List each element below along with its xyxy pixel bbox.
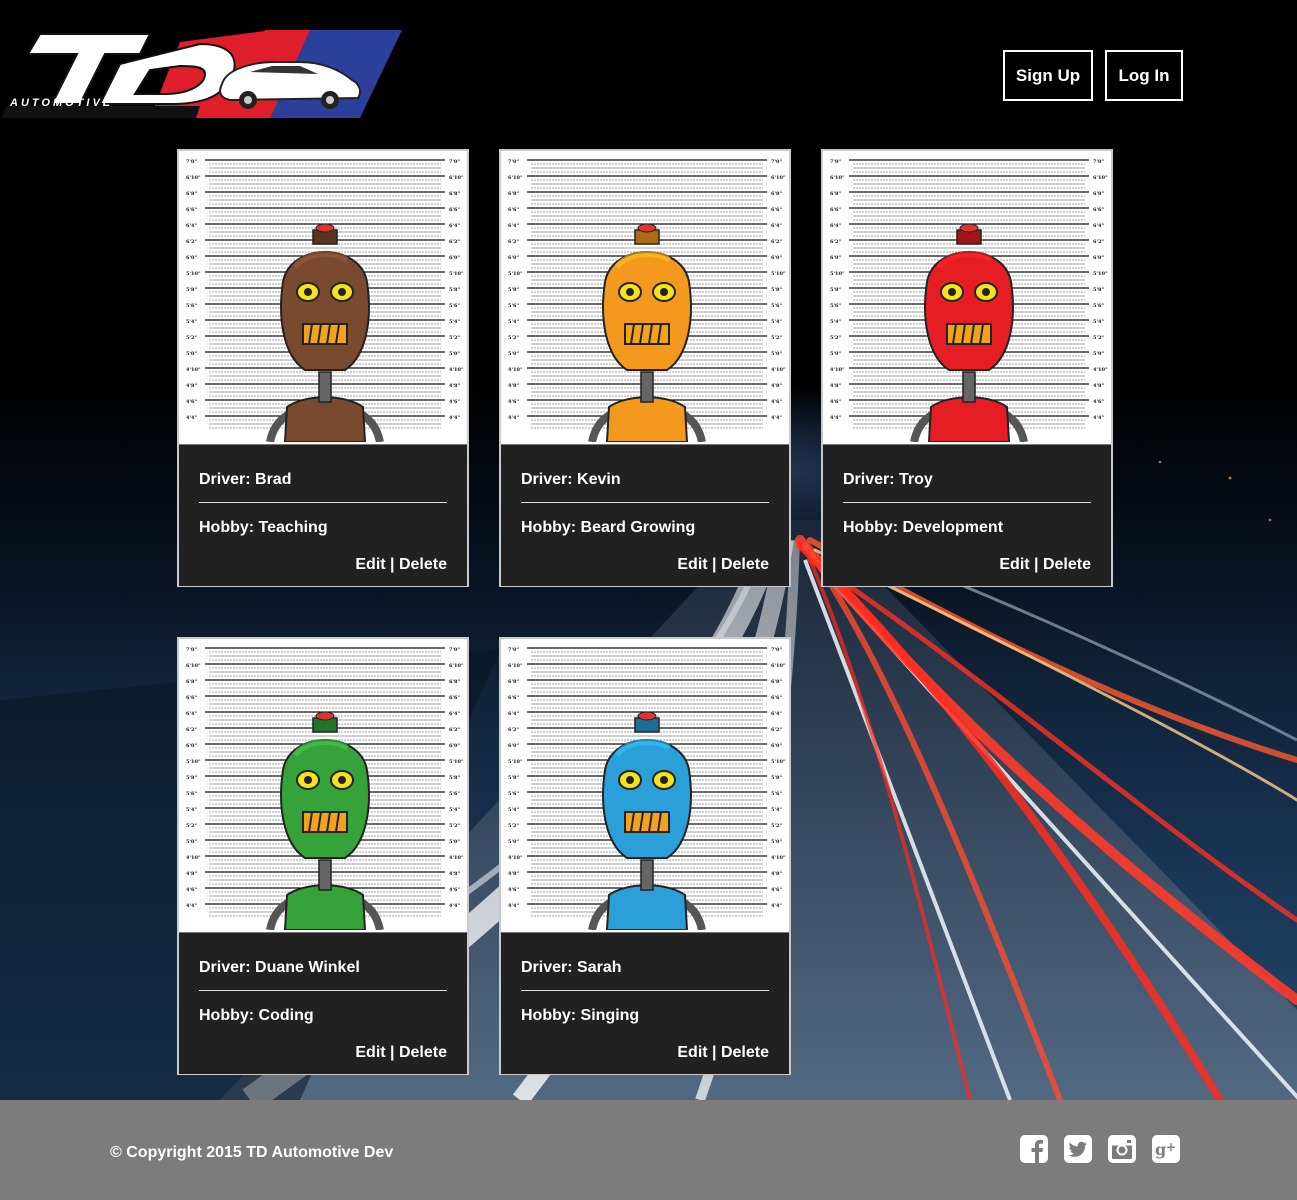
card-actions: Edit | Delete — [355, 556, 447, 574]
robot-mugshot — [266, 223, 384, 442]
divider — [521, 502, 769, 503]
edit-link[interactable]: Edit — [999, 556, 1029, 573]
driver-info-panel: Driver: Kevin Hobby: Beard Growing Edit … — [501, 444, 789, 586]
twitter-icon[interactable] — [1064, 1135, 1092, 1163]
driver-hobby: Hobby: Singing — [521, 1007, 640, 1024]
driver-info-panel: Driver: Sarah Hobby: Singing Edit | Dele… — [501, 932, 789, 1074]
robot-mugshot — [266, 711, 384, 930]
driver-name: Driver: Kevin — [521, 471, 621, 488]
footer: © Copyright 2015 TD Automotive Dev g + — [0, 1100, 1297, 1200]
action-separator: | — [707, 1044, 721, 1061]
facebook-icon[interactable] — [1020, 1135, 1048, 1163]
delete-link[interactable]: Delete — [1043, 556, 1091, 573]
card-actions: Edit | Delete — [999, 556, 1091, 574]
delete-link[interactable]: Delete — [399, 1044, 447, 1061]
card-actions: Edit | Delete — [677, 556, 769, 574]
driver-name: Driver: Duane Winkel — [199, 959, 360, 976]
driver-name: Driver: Brad — [199, 471, 292, 488]
driver-hobby: Hobby: Beard Growing — [521, 519, 696, 536]
action-separator: | — [707, 556, 721, 573]
google-plus-icon[interactable]: g + — [1152, 1135, 1180, 1163]
delete-link[interactable]: Delete — [721, 1044, 769, 1061]
td-automotive-logo[interactable]: TD AUTOMOTIVE — [0, 22, 402, 122]
divider — [199, 990, 447, 991]
divider — [521, 990, 769, 991]
edit-link[interactable]: Edit — [355, 1044, 385, 1061]
mugshot-photo: 7'0" 7'0" 6'10" 6'10" 6'8" 6'8" 6'6" 6'6" 6'4" 6'… — [183, 154, 467, 442]
driver-hobby: Hobby: Development — [843, 519, 1004, 536]
card-actions: Edit | Delete — [677, 1044, 769, 1062]
action-separator: | — [385, 1044, 399, 1061]
divider — [843, 502, 1091, 503]
driver-card: 7'0" 7'0" 6'10" 6'10" 6'8" 6'8" 6'6" 6'6" 6'4" 6'… — [177, 149, 469, 587]
driver-info-panel: Driver: Duane Winkel Hobby: Coding Edit … — [179, 932, 467, 1074]
copyright-text: © Copyright 2015 TD Automotive Dev — [110, 1144, 394, 1161]
instagram-icon[interactable] — [1108, 1135, 1136, 1163]
robot-mugshot — [588, 711, 706, 930]
svg-text:+: + — [1166, 1140, 1176, 1154]
mugshot-photo: 7'0" 7'0" 6'10" 6'10" 6'8" 6'8" 6'6" 6'6" 6'4" 6'… — [505, 642, 789, 930]
driver-name: Driver: Sarah — [521, 959, 622, 976]
log-in-button[interactable]: Log In — [1105, 50, 1183, 101]
driver-card: 7'0" 7'0" 6'10" 6'10" 6'8" 6'8" 6'6" 6'6" 6'4" 6'… — [499, 637, 791, 1075]
edit-link[interactable]: Edit — [355, 556, 385, 573]
mugshot-photo: 7'0" 7'0" 6'10" 6'10" 6'8" 6'8" 6'6" 6'6" 6'4" 6'… — [183, 642, 467, 930]
driver-info-panel: Driver: Brad Hobby: Teaching Edit | Dele… — [179, 444, 467, 586]
driver-card: 7'0" 7'0" 6'10" 6'10" 6'8" 6'8" 6'6" 6'6" 6'4" 6'… — [177, 637, 469, 1075]
edit-link[interactable]: Edit — [677, 1044, 707, 1061]
svg-text:g: g — [1155, 1140, 1166, 1159]
action-separator: | — [385, 556, 399, 573]
delete-link[interactable]: Delete — [399, 556, 447, 573]
delete-link[interactable]: Delete — [721, 556, 769, 573]
robot-mugshot — [910, 223, 1028, 442]
driver-card: 7'0" 7'0" 6'10" 6'10" 6'8" 6'8" 6'6" 6'6" 6'4" 6'… — [499, 149, 791, 587]
mugshot-photo: 7'0" 7'0" 6'10" 6'10" 6'8" 6'8" 6'6" 6'6" 6'4" 6'… — [827, 154, 1111, 442]
mugshot-photo: 7'0" 7'0" 6'10" 6'10" 6'8" 6'8" 6'6" 6'6" 6'4" 6'… — [505, 154, 789, 442]
robot-mugshot — [588, 223, 706, 442]
driver-hobby: Hobby: Coding — [199, 1007, 314, 1024]
sign-up-button[interactable]: Sign Up — [1003, 50, 1093, 101]
logo-subtext: AUTOMOTIVE — [10, 97, 114, 109]
divider — [199, 502, 447, 503]
edit-link[interactable]: Edit — [677, 556, 707, 573]
driver-hobby: Hobby: Teaching — [199, 519, 328, 536]
action-separator: | — [1029, 556, 1043, 573]
driver-name: Driver: Troy — [843, 471, 933, 488]
driver-info-panel: Driver: Troy Hobby: Development Edit | D… — [823, 444, 1111, 586]
card-actions: Edit | Delete — [355, 1044, 447, 1062]
driver-card: 7'0" 7'0" 6'10" 6'10" 6'8" 6'8" 6'6" 6'6" 6'4" 6'… — [821, 149, 1113, 587]
